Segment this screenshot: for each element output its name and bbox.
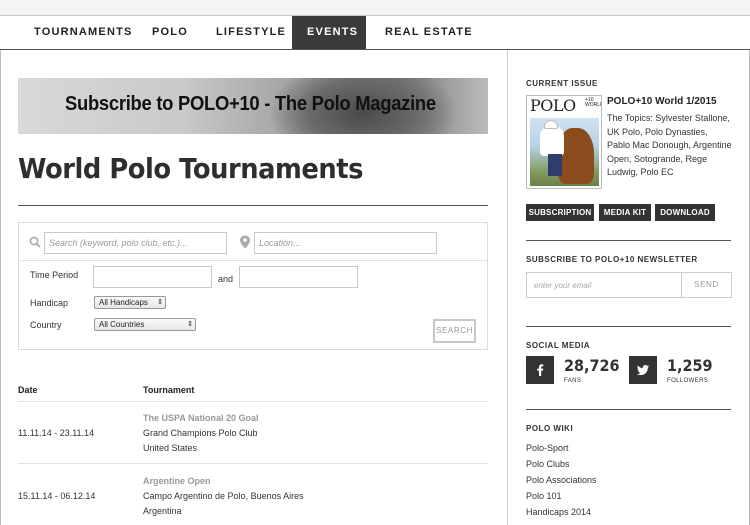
- top-strip: [0, 0, 750, 16]
- nav-item-tournaments[interactable]: TOURNAMENTS: [19, 16, 148, 49]
- subscription-button[interactable]: SUBSCRIPTION: [526, 204, 594, 221]
- helmet-image: [544, 120, 558, 129]
- banner-text: Subscribe to POLO+10 - The Polo Magazine: [65, 93, 436, 115]
- time-period-start-input[interactable]: [93, 266, 212, 288]
- time-period-label: Time Period: [30, 270, 79, 280]
- facebook-button[interactable]: [526, 356, 554, 384]
- column-separator: [507, 50, 508, 525]
- twitter-icon: [636, 365, 649, 376]
- time-period-end-input[interactable]: [239, 266, 358, 288]
- sidebar-divider: [526, 409, 731, 410]
- cover-photo: [530, 118, 599, 186]
- tournament-name-link[interactable]: Argentine Open: [143, 476, 211, 486]
- nav-item-lifestyle[interactable]: LIFESTYLE: [201, 16, 301, 49]
- tournament-country: Argentina: [143, 506, 182, 516]
- title-divider: [18, 205, 488, 206]
- table-divider: [18, 401, 488, 402]
- tournament-club: Grand Champions Polo Club: [143, 428, 258, 438]
- issue-description: The Topics: Sylvester Stallone, UK Polo,…: [607, 113, 732, 177]
- nav-item-real-estate[interactable]: REAL ESTATE: [370, 16, 488, 49]
- page-title: World Polo Tournaments: [18, 152, 363, 185]
- nav-item-polo[interactable]: POLO: [137, 16, 203, 49]
- sidebar-divider: [526, 326, 731, 327]
- nav-item-events[interactable]: EVENTS: [292, 16, 366, 49]
- cover-logo-sup: +10 WORLD: [585, 97, 602, 108]
- send-button[interactable]: SEND: [681, 272, 732, 298]
- media-kit-button[interactable]: MEDIA KIT: [599, 204, 651, 221]
- twitter-followers-label: FOLLOWERS: [667, 378, 709, 384]
- wiki-link-handicaps-2014[interactable]: Handicaps 2014: [526, 507, 591, 517]
- handicap-select-value: All Handicaps: [99, 298, 148, 307]
- table-row-date: 15.11.14 - 06.12.14: [18, 491, 96, 501]
- select-arrows-icon: ⇕: [187, 321, 193, 328]
- location-input[interactable]: [254, 232, 437, 254]
- search-button[interactable]: SEARCH: [433, 319, 476, 343]
- newsletter-email-input[interactable]: [526, 272, 681, 298]
- tournament-column-header: Tournament: [143, 385, 195, 395]
- rider-legs-image: [548, 154, 562, 176]
- newsletter-heading: SUBSCRIBE TO POLO+10 NEWSLETTER: [526, 255, 698, 264]
- twitter-followers-count: 1,259: [667, 356, 713, 375]
- keyword-search-input[interactable]: [44, 232, 227, 254]
- rider-image: [540, 126, 564, 156]
- date-column-header: Date: [18, 385, 38, 395]
- cover-logo: POLO: [530, 96, 576, 115]
- download-button[interactable]: DOWNLOAD: [655, 204, 715, 221]
- facebook-icon: [537, 364, 544, 376]
- handicap-select[interactable]: All Handicaps ⇕: [94, 296, 166, 309]
- facebook-fans-label: FANS: [564, 378, 582, 384]
- tournament-search-form: Time Period and Handicap All Handicaps ⇕…: [18, 222, 488, 350]
- wiki-link-polo-associations[interactable]: Polo Associations: [526, 475, 597, 485]
- subscribe-banner[interactable]: Subscribe to POLO+10 - The Polo Magazine: [18, 78, 488, 134]
- tournament-name-link[interactable]: The USPA National 20 Goal: [143, 413, 259, 423]
- sidebar-divider: [526, 240, 731, 241]
- country-select-value: All Countries: [99, 320, 145, 329]
- issue-title: POLO+10 World 1/2015: [607, 96, 717, 107]
- location-pin-icon: [240, 235, 250, 249]
- select-arrows-icon: ⇕: [157, 299, 163, 306]
- wiki-link-polo-101[interactable]: Polo 101: [526, 491, 562, 501]
- current-issue-heading: CURRENT ISSUE: [526, 79, 598, 88]
- and-label: and: [218, 274, 234, 284]
- magazine-cover[interactable]: POLO +10 WORLD: [526, 95, 602, 189]
- main-nav: TOURNAMENTS POLO LIFESTYLE EVENTS REAL E…: [0, 16, 750, 50]
- country-label: Country: [30, 320, 62, 330]
- wiki-link-polo-clubs[interactable]: Polo Clubs: [526, 459, 570, 469]
- table-divider: [18, 463, 488, 464]
- search-divider: [19, 260, 487, 261]
- social-media-heading: SOCIAL MEDIA: [526, 341, 591, 350]
- handicap-label: Handicap: [30, 298, 69, 308]
- country-select[interactable]: All Countries ⇕: [94, 318, 196, 331]
- tournament-country: United States: [143, 443, 198, 453]
- table-row-date: 11.11.14 - 23.11.14: [18, 428, 95, 438]
- polo-wiki-heading: POLO WIKI: [526, 424, 574, 433]
- twitter-button[interactable]: [629, 356, 657, 384]
- facebook-fans-count: 28,726: [564, 356, 620, 375]
- tournament-club: Campo Argentino de Polo, Buenos Aires: [143, 491, 304, 501]
- wiki-link-polo-sport[interactable]: Polo-Sport: [526, 443, 569, 453]
- search-icon: [29, 236, 41, 248]
